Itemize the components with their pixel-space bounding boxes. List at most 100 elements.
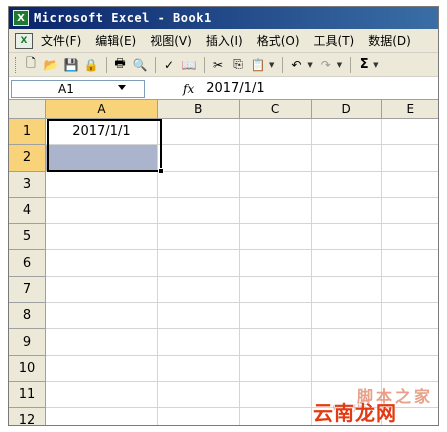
cell[interactable]	[311, 329, 382, 356]
menu-edit[interactable]: 编辑(E)	[95, 32, 136, 49]
cell-d1[interactable]	[311, 119, 382, 146]
permission-icon[interactable]: 🔒	[82, 56, 100, 74]
cell[interactable]	[45, 329, 158, 356]
menu-tools[interactable]: 工具(T)	[314, 32, 355, 49]
autosum-chevron-down-icon[interactable]: ▼	[373, 61, 378, 69]
cell-b1[interactable]	[157, 119, 240, 146]
menu-data[interactable]: 数据(D)	[368, 32, 411, 49]
cell-c2[interactable]	[239, 145, 312, 172]
cell[interactable]	[381, 277, 438, 304]
menu-file[interactable]: 文件(F)	[41, 32, 81, 49]
cell[interactable]	[381, 250, 438, 277]
row-header-4[interactable]: 4	[9, 197, 46, 225]
insert-function-icon[interactable]: fx	[183, 82, 194, 96]
name-box[interactable]: A1	[11, 79, 145, 98]
row-header-3[interactable]: 3	[9, 171, 46, 198]
undo-icon[interactable]: ↶	[287, 56, 305, 74]
cell-b2[interactable]	[157, 145, 240, 172]
cell-a2[interactable]	[45, 145, 158, 172]
column-header-b[interactable]: B	[157, 100, 240, 119]
cell[interactable]	[45, 250, 158, 277]
cell[interactable]	[381, 172, 438, 198]
cell[interactable]	[157, 329, 240, 356]
menu-view[interactable]: 视图(V)	[150, 32, 192, 49]
row-header-2[interactable]: 2	[9, 145, 46, 172]
cell[interactable]	[157, 276, 240, 304]
print-icon[interactable]: 🖶	[111, 56, 129, 74]
cell-c1[interactable]	[239, 119, 312, 146]
worksheet-grid[interactable]: A B C D E 1 2017/1/1 2 3 4 5 6 7 8 9 10 …	[9, 100, 438, 425]
select-all-corner[interactable]	[9, 100, 46, 119]
open-icon[interactable]: 📂	[42, 56, 60, 74]
menu-insert[interactable]: 插入(I)	[206, 32, 243, 49]
print-preview-icon[interactable]: 🔍	[131, 56, 149, 74]
redo-icon[interactable]: ↷	[317, 56, 335, 74]
cell[interactable]	[45, 224, 158, 251]
cell[interactable]	[240, 408, 312, 425]
paste-icon[interactable]: 📋	[249, 56, 267, 74]
cell[interactable]	[157, 171, 240, 198]
cell-a1[interactable]: 2017/1/1	[45, 119, 158, 146]
formula-input[interactable]: 2017/1/1	[206, 81, 264, 96]
chevron-down-icon[interactable]	[118, 84, 126, 90]
cell[interactable]	[157, 197, 240, 225]
autosum-icon[interactable]: Σ	[355, 57, 373, 72]
undo-chevron-down-icon[interactable]: ▼	[307, 61, 312, 69]
cell[interactable]	[45, 303, 158, 330]
cell[interactable]	[45, 197, 158, 225]
workbook-icon[interactable]: X	[15, 32, 33, 49]
cell[interactable]	[157, 355, 240, 382]
row-header-10[interactable]: 10	[9, 355, 46, 382]
cell[interactable]	[311, 355, 382, 382]
cell[interactable]	[45, 355, 158, 382]
row-header-11[interactable]: 11	[9, 381, 46, 409]
menu-format[interactable]: 格式(O)	[257, 32, 300, 49]
cell[interactable]	[239, 197, 312, 225]
cell[interactable]	[311, 224, 382, 251]
row-header-5[interactable]: 5	[9, 224, 46, 251]
cell[interactable]	[381, 329, 438, 356]
cell[interactable]	[311, 250, 382, 277]
column-header-e[interactable]: E	[381, 100, 438, 119]
cell[interactable]	[157, 250, 240, 277]
cell[interactable]	[45, 171, 158, 198]
cut-icon[interactable]: ✂	[209, 56, 227, 74]
cell-d2[interactable]	[311, 145, 382, 172]
cell-e1[interactable]	[381, 119, 438, 146]
cell[interactable]	[311, 171, 382, 198]
cell-e2[interactable]	[381, 145, 438, 172]
row-header-9[interactable]: 9	[9, 329, 46, 356]
new-icon[interactable]: 🗋	[22, 56, 40, 74]
cell[interactable]	[239, 250, 312, 277]
paste-options-chevron-down-icon[interactable]: ▼	[269, 61, 274, 69]
cell[interactable]	[311, 303, 382, 330]
column-header-d[interactable]: D	[311, 100, 382, 119]
cell[interactable]	[239, 276, 312, 304]
save-icon[interactable]: 💾	[62, 56, 80, 74]
row-header-8[interactable]: 8	[9, 303, 46, 330]
column-header-a[interactable]: A	[45, 100, 158, 119]
cell[interactable]	[381, 224, 438, 251]
fill-handle[interactable]	[158, 168, 164, 174]
cell[interactable]	[381, 356, 438, 382]
cell[interactable]	[381, 198, 438, 225]
toolbar-grip[interactable]	[15, 56, 18, 73]
cell[interactable]	[311, 276, 382, 304]
cell[interactable]	[311, 197, 382, 225]
redo-chevron-down-icon[interactable]: ▼	[337, 61, 342, 69]
cell[interactable]	[239, 355, 312, 382]
cell[interactable]	[158, 408, 240, 425]
row-header-6[interactable]: 6	[9, 250, 46, 277]
row-header-7[interactable]: 7	[9, 276, 46, 304]
cell[interactable]	[239, 224, 312, 251]
cell[interactable]	[239, 171, 312, 198]
cell[interactable]	[45, 276, 158, 304]
cell[interactable]	[381, 303, 438, 330]
cell[interactable]	[157, 224, 240, 251]
spelling-icon[interactable]: ✓	[160, 56, 178, 74]
cell[interactable]	[45, 381, 158, 409]
column-header-c[interactable]: C	[239, 100, 312, 119]
cell[interactable]	[157, 381, 240, 409]
cell[interactable]	[239, 381, 312, 409]
cell[interactable]	[46, 408, 158, 425]
